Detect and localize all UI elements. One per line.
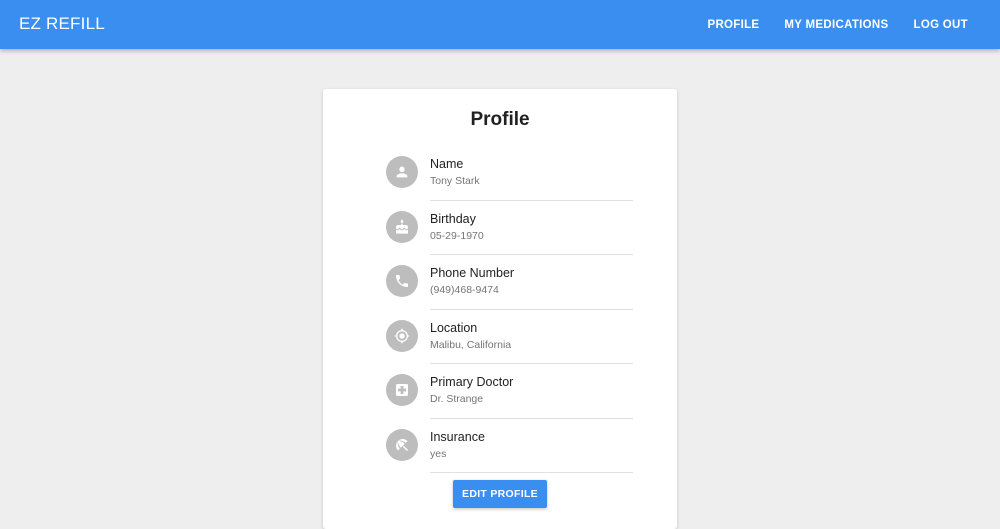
list-item-birthday: Birthday 05-29-1970 [385, 200, 633, 255]
medical-cross-icon [386, 374, 418, 406]
field-value: Tony Stark [430, 175, 480, 187]
field-label: Name [430, 157, 464, 171]
list-item-location: Location Malibu, California [385, 309, 633, 364]
phone-icon [386, 265, 418, 297]
cake-icon [386, 210, 418, 243]
location-target-icon [386, 319, 418, 352]
brand-title[interactable]: EZ REFILL [19, 14, 105, 34]
field-value: (949)468-9474 [430, 284, 499, 296]
list-item-primary-doctor: Primary Doctor Dr. Strange [385, 363, 633, 419]
list-item-text: Insurance yes [430, 418, 633, 473]
page-title: Profile [470, 109, 530, 130]
profile-card: Profile Name Tony Stark Birthday 05-29-1… [323, 89, 677, 529]
umbrella-icon [386, 428, 418, 461]
list-item-text: Phone Number (949)468-9474 [430, 254, 633, 310]
nav-item-my-medications[interactable]: MY MEDICATIONS [772, 19, 901, 31]
field-value: Dr. Strange [430, 393, 484, 405]
nav-item-profile[interactable]: PROFILE [695, 19, 772, 31]
profile-field-list: Name Tony Stark Birthday 05-29-1970 Phon… [385, 145, 633, 473]
field-value: 05-29-1970 [430, 229, 484, 242]
person-icon [386, 156, 418, 188]
field-label: Insurance [430, 429, 485, 444]
field-label: Phone Number [430, 266, 515, 280]
list-item-phone-number: Phone Number (949)468-9474 [385, 254, 633, 310]
list-item-text: Location Malibu, California [430, 309, 633, 364]
list-item-name: Name Tony Stark [385, 145, 633, 201]
list-item-text: Name Tony Stark [430, 145, 633, 201]
list-item-text: Birthday 05-29-1970 [430, 200, 633, 255]
field-label: Birthday [430, 211, 476, 226]
nav-bar: PROFILE MY MEDICATIONS LOG OUT [695, 0, 1000, 49]
field-label: Primary Doctor [430, 375, 514, 389]
app-bar: EZ REFILL PROFILE MY MEDICATIONS LOG OUT [0, 0, 1000, 49]
list-item-insurance: Insurance yes [385, 418, 633, 473]
list-item-text: Primary Doctor Dr. Strange [430, 363, 633, 419]
nav-item-log-out[interactable]: LOG OUT [901, 19, 1000, 31]
field-value: Malibu, California [430, 338, 512, 351]
edit-profile-button[interactable]: EDIT PROFILE [453, 480, 547, 508]
field-value: yes [430, 447, 447, 460]
field-label: Location [430, 320, 478, 335]
